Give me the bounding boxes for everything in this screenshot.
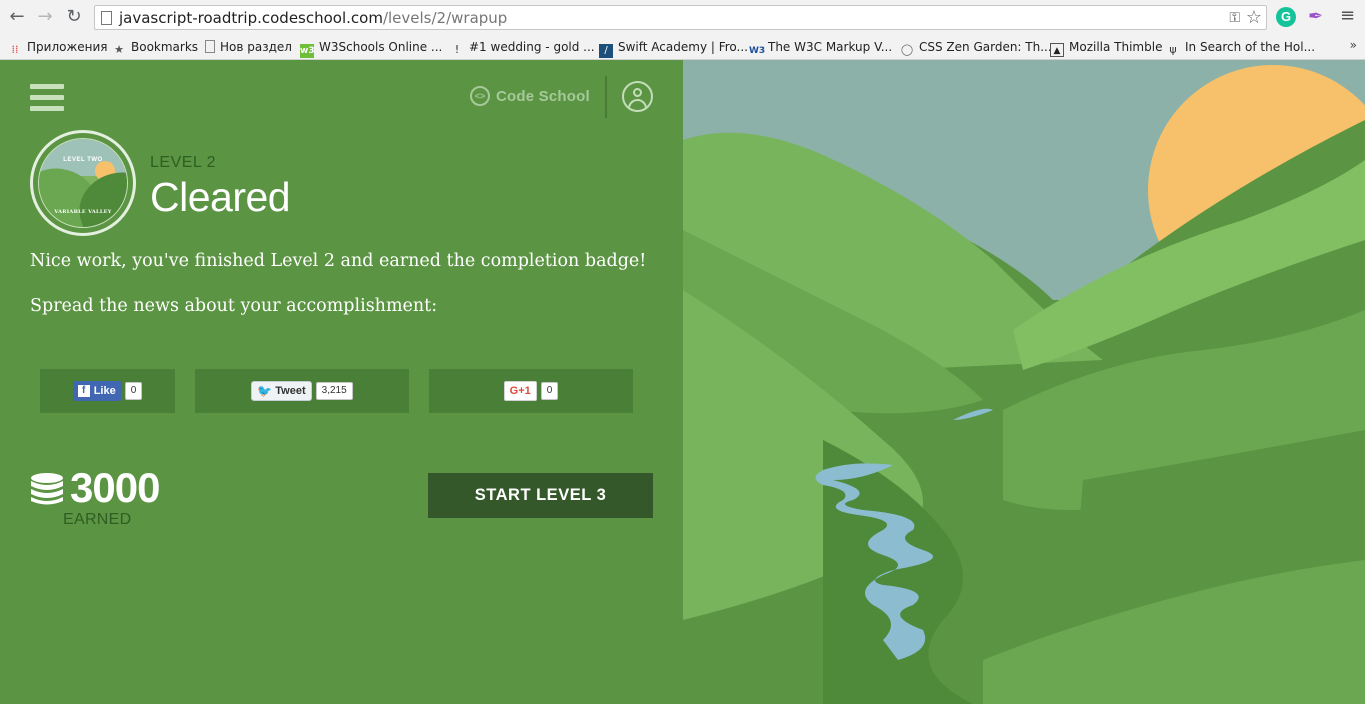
google-plus-share-box: G+1 0 [429, 369, 633, 413]
google-plus-one-label: G+1 [509, 385, 531, 397]
url-host: javascript-roadtrip.codeschool.com [119, 9, 383, 27]
level-status-heading: Cleared [150, 174, 291, 220]
page-icon [101, 11, 112, 25]
back-arrow-icon[interactable]: ← [6, 6, 28, 28]
valley-illustration [683, 60, 1365, 704]
browser-toolbar: ← → ↻ javascript-roadtrip.codeschool.com… [0, 0, 1365, 35]
bookmark-bookmarks[interactable]: ★ Bookmarks [112, 38, 198, 56]
start-next-level-button[interactable]: START LEVEL 3 [428, 473, 653, 518]
page-icon [205, 40, 215, 53]
w3schools-icon: w3 [300, 44, 315, 58]
facebook-like-label: Like [93, 385, 116, 397]
menu-icon[interactable]: ≡ [1340, 5, 1355, 26]
laurel-icon: ψ [1169, 43, 1177, 56]
zen-garden-icon: ◯ [900, 43, 914, 56]
facebook-icon: f [77, 385, 90, 397]
more-bookmarks-icon[interactable]: » [1350, 38, 1357, 52]
forward-arrow-icon[interactable]: → [34, 6, 56, 28]
bookmark-w3schools[interactable]: w3 W3Schools Online ... [300, 38, 443, 58]
tweet-count: 3,215 [315, 382, 353, 400]
bookmark-label: CSS Zen Garden: Th... [919, 40, 1052, 54]
star-icon: ★ [114, 43, 124, 56]
twitter-bird-icon: 🐦 [257, 384, 273, 398]
apps-grid-icon: ⁞⁞ [11, 43, 19, 56]
url-path: /levels/2/wrapup [382, 9, 508, 27]
bookmark-star-icon[interactable]: ☆ [1246, 7, 1262, 28]
bookmark-label: Приложения [27, 40, 108, 54]
facebook-like-button[interactable]: f Like [72, 381, 121, 401]
wrapup-panel: <> Code School LEVEL TWO VARIABLE VALLEY… [0, 60, 683, 704]
grammarly-extension-icon[interactable]: G [1276, 7, 1296, 27]
url-text[interactable]: javascript-roadtrip.codeschool.com/level… [119, 9, 507, 27]
bookmark-label: Swift Academy | Fro... [618, 40, 748, 54]
bookmark-w3c[interactable]: W3 The W3C Markup V... [749, 38, 892, 56]
bookmark-label: The W3C Markup V... [768, 40, 893, 54]
thimble-icon: ▲ [1050, 43, 1064, 57]
level-badge: LEVEL TWO VARIABLE VALLEY [30, 130, 136, 236]
share-prompt: Spread the news about your accomplishmen… [30, 296, 438, 316]
bookmark-label: W3Schools Online ... [319, 40, 443, 54]
bookmark-label: Нов раздел [220, 40, 292, 54]
key-icon[interactable]: ⚿ [1229, 10, 1240, 26]
bookmark-apps[interactable]: ⁞⁞ Приложения [8, 38, 108, 56]
bookmark-new-section[interactable]: Нов раздел [205, 38, 292, 56]
bookmark-label: In Search of the Hol... [1185, 40, 1316, 54]
twitter-share-box: 🐦 Tweet 3,215 [195, 369, 409, 413]
user-avatar-icon[interactable] [622, 81, 653, 112]
swift-academy-icon: / [599, 44, 613, 58]
bookmark-label: Mozilla Thimble [1069, 40, 1163, 54]
code-school-logo[interactable]: <> Code School [470, 84, 590, 108]
page: <> Code School LEVEL TWO VARIABLE VALLEY… [0, 60, 1365, 704]
quill-extension-icon[interactable]: ✒ [1308, 6, 1323, 27]
bookmark-css-zen-garden[interactable]: ◯ CSS Zen Garden: Th... [900, 38, 1052, 56]
hamburger-menu-icon[interactable] [30, 84, 64, 112]
points-label: EARNED [63, 511, 132, 528]
bookmark-label: Bookmarks [131, 40, 199, 54]
bookmarks-bar: ⁞⁞ Приложения ★ Bookmarks Нов раздел w3 W3S… [0, 35, 1365, 60]
header-divider [605, 76, 607, 118]
badge-top-text: LEVEL TWO [63, 157, 103, 163]
bookmark-mozilla-thimble[interactable]: ▲ Mozilla Thimble [1050, 38, 1163, 57]
google-plus-one-count: 0 [540, 382, 559, 400]
completion-message: Nice work, you've finished Level 2 and e… [30, 251, 647, 271]
points-value: 3000 [70, 464, 160, 511]
bookmark-swift-academy[interactable]: / Swift Academy | Fro... [599, 38, 748, 58]
facebook-share-box: f Like 0 [40, 369, 175, 413]
code-brackets-icon: <> [470, 86, 490, 106]
address-bar[interactable]: javascript-roadtrip.codeschool.com/level… [94, 5, 1267, 30]
level-label: LEVEL 2 [150, 154, 217, 171]
google-plus-one-button[interactable]: G+1 [503, 381, 537, 401]
tweet-button[interactable]: 🐦 Tweet [251, 381, 312, 401]
coins-stack-icon [31, 473, 63, 505]
brand-name: Code School [496, 87, 590, 105]
w3c-icon: W3 [749, 46, 766, 56]
bookmark-label: #1 wedding - gold ... [469, 40, 595, 54]
tweet-label: Tweet [275, 385, 306, 397]
pin-icon: ǃ [455, 43, 459, 56]
badge-bottom-text: VARIABLE VALLEY [54, 209, 112, 215]
bookmark-wedding[interactable]: ǃ #1 wedding - gold ... [450, 38, 595, 56]
facebook-like-count: 0 [124, 382, 143, 400]
reload-icon[interactable]: ↻ [63, 6, 85, 28]
bookmark-holy-grail[interactable]: ψ In Search of the Hol... [1166, 38, 1315, 56]
